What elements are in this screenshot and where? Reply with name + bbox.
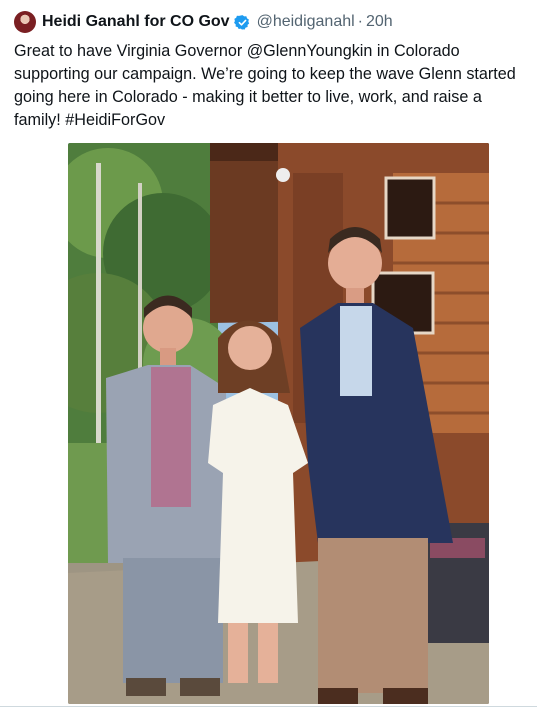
tweet-text-line: family! #HeidiForGov bbox=[14, 111, 166, 129]
separator-dot: · bbox=[357, 13, 363, 30]
author-name[interactable]: Heidi Ganahl for CO Gov bbox=[42, 13, 230, 31]
tweet-header: Heidi Ganahl for CO Gov @heidiganahl · 2… bbox=[14, 10, 393, 34]
tweet-photo[interactable] bbox=[68, 143, 489, 704]
divider bbox=[0, 706, 537, 707]
tweet-text-line: going here in Colorado - making it bette… bbox=[14, 88, 482, 106]
verified-badge-icon bbox=[233, 14, 249, 30]
tweet-text-line: supporting our campaign. We’re going to … bbox=[14, 65, 516, 83]
photo-illustration bbox=[68, 143, 489, 704]
author-handle[interactable]: @heidiganahl bbox=[257, 13, 355, 31]
tweet-text: Great to have Virginia Governor @GlennYo… bbox=[14, 40, 526, 132]
avatar[interactable] bbox=[14, 11, 36, 33]
tweet-text-line: Great to have Virginia Governor @GlennYo… bbox=[14, 42, 460, 60]
tweet[interactable]: Heidi Ganahl for CO Gov @heidiganahl · 2… bbox=[0, 0, 537, 711]
timestamp[interactable]: 20h bbox=[366, 13, 393, 31]
